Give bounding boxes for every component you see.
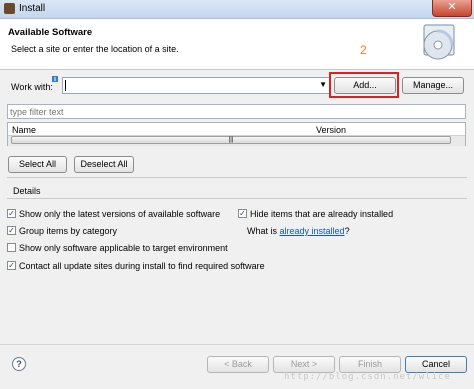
finish-button[interactable]: Finish — [339, 356, 401, 373]
contact-sites-checkbox[interactable]: ✓ — [7, 261, 16, 270]
window-close-button[interactable]: ✕ — [432, 0, 472, 17]
group-by-category-label: Group items by category — [19, 226, 118, 236]
chevron-down-icon[interactable]: ▼ — [319, 80, 327, 89]
help-icon[interactable]: ? — [12, 357, 26, 371]
cancel-button[interactable]: Cancel — [405, 356, 467, 373]
hide-installed-label: Hide items that are already installed — [250, 209, 394, 219]
page-title: Available Software — [8, 27, 93, 38]
window-title: Install — [19, 3, 46, 14]
latest-versions-checkbox[interactable]: ✓ — [7, 209, 16, 218]
column-header-name[interactable]: Name — [12, 125, 36, 135]
highlight-box — [329, 72, 399, 98]
info-decoration-icon — [52, 76, 58, 82]
already-installed-link[interactable]: already installed — [280, 226, 345, 236]
scrollbar-thumb[interactable]: ||| — [11, 136, 451, 144]
divider — [7, 177, 467, 178]
work-with-combo[interactable]: ▼ — [62, 77, 330, 94]
hide-installed-checkbox[interactable]: ✓ — [238, 209, 247, 218]
footer-divider — [0, 344, 474, 345]
select-all-button[interactable]: Select All — [8, 156, 67, 173]
next-button[interactable]: Next > — [273, 356, 335, 373]
filter-input[interactable] — [7, 104, 466, 119]
applicable-only-checkbox[interactable] — [7, 243, 16, 252]
text-cursor — [65, 80, 66, 91]
details-label: Details — [13, 186, 41, 196]
group-by-category-checkbox[interactable]: ✓ — [7, 226, 16, 235]
divider — [7, 198, 467, 199]
what-is-installed-text: What is already installed? — [247, 226, 350, 236]
back-button[interactable]: < Back — [207, 356, 269, 373]
applicable-only-label: Show only software applicable to target … — [19, 243, 228, 253]
manage-button[interactable]: Manage... — [402, 77, 464, 94]
latest-versions-label: Show only the latest versions of availab… — [19, 209, 221, 219]
cd-install-icon — [423, 24, 455, 60]
column-header-version[interactable]: Version — [316, 125, 346, 135]
eclipse-app-icon — [4, 3, 15, 14]
what-is-prefix: What is — [247, 226, 280, 236]
contact-sites-label: Contact all update sites during install … — [19, 261, 265, 271]
watermark-text: http://blog.csdn.net/wlice — [284, 372, 451, 382]
title-bar — [0, 0, 474, 19]
work-with-label: Work with: — [11, 82, 53, 92]
what-is-suffix: ? — [344, 226, 350, 236]
deselect-all-button[interactable]: Deselect All — [74, 156, 134, 173]
page-description: Select a site or enter the location of a… — [11, 44, 179, 54]
step-annotation: 2 — [360, 43, 367, 57]
